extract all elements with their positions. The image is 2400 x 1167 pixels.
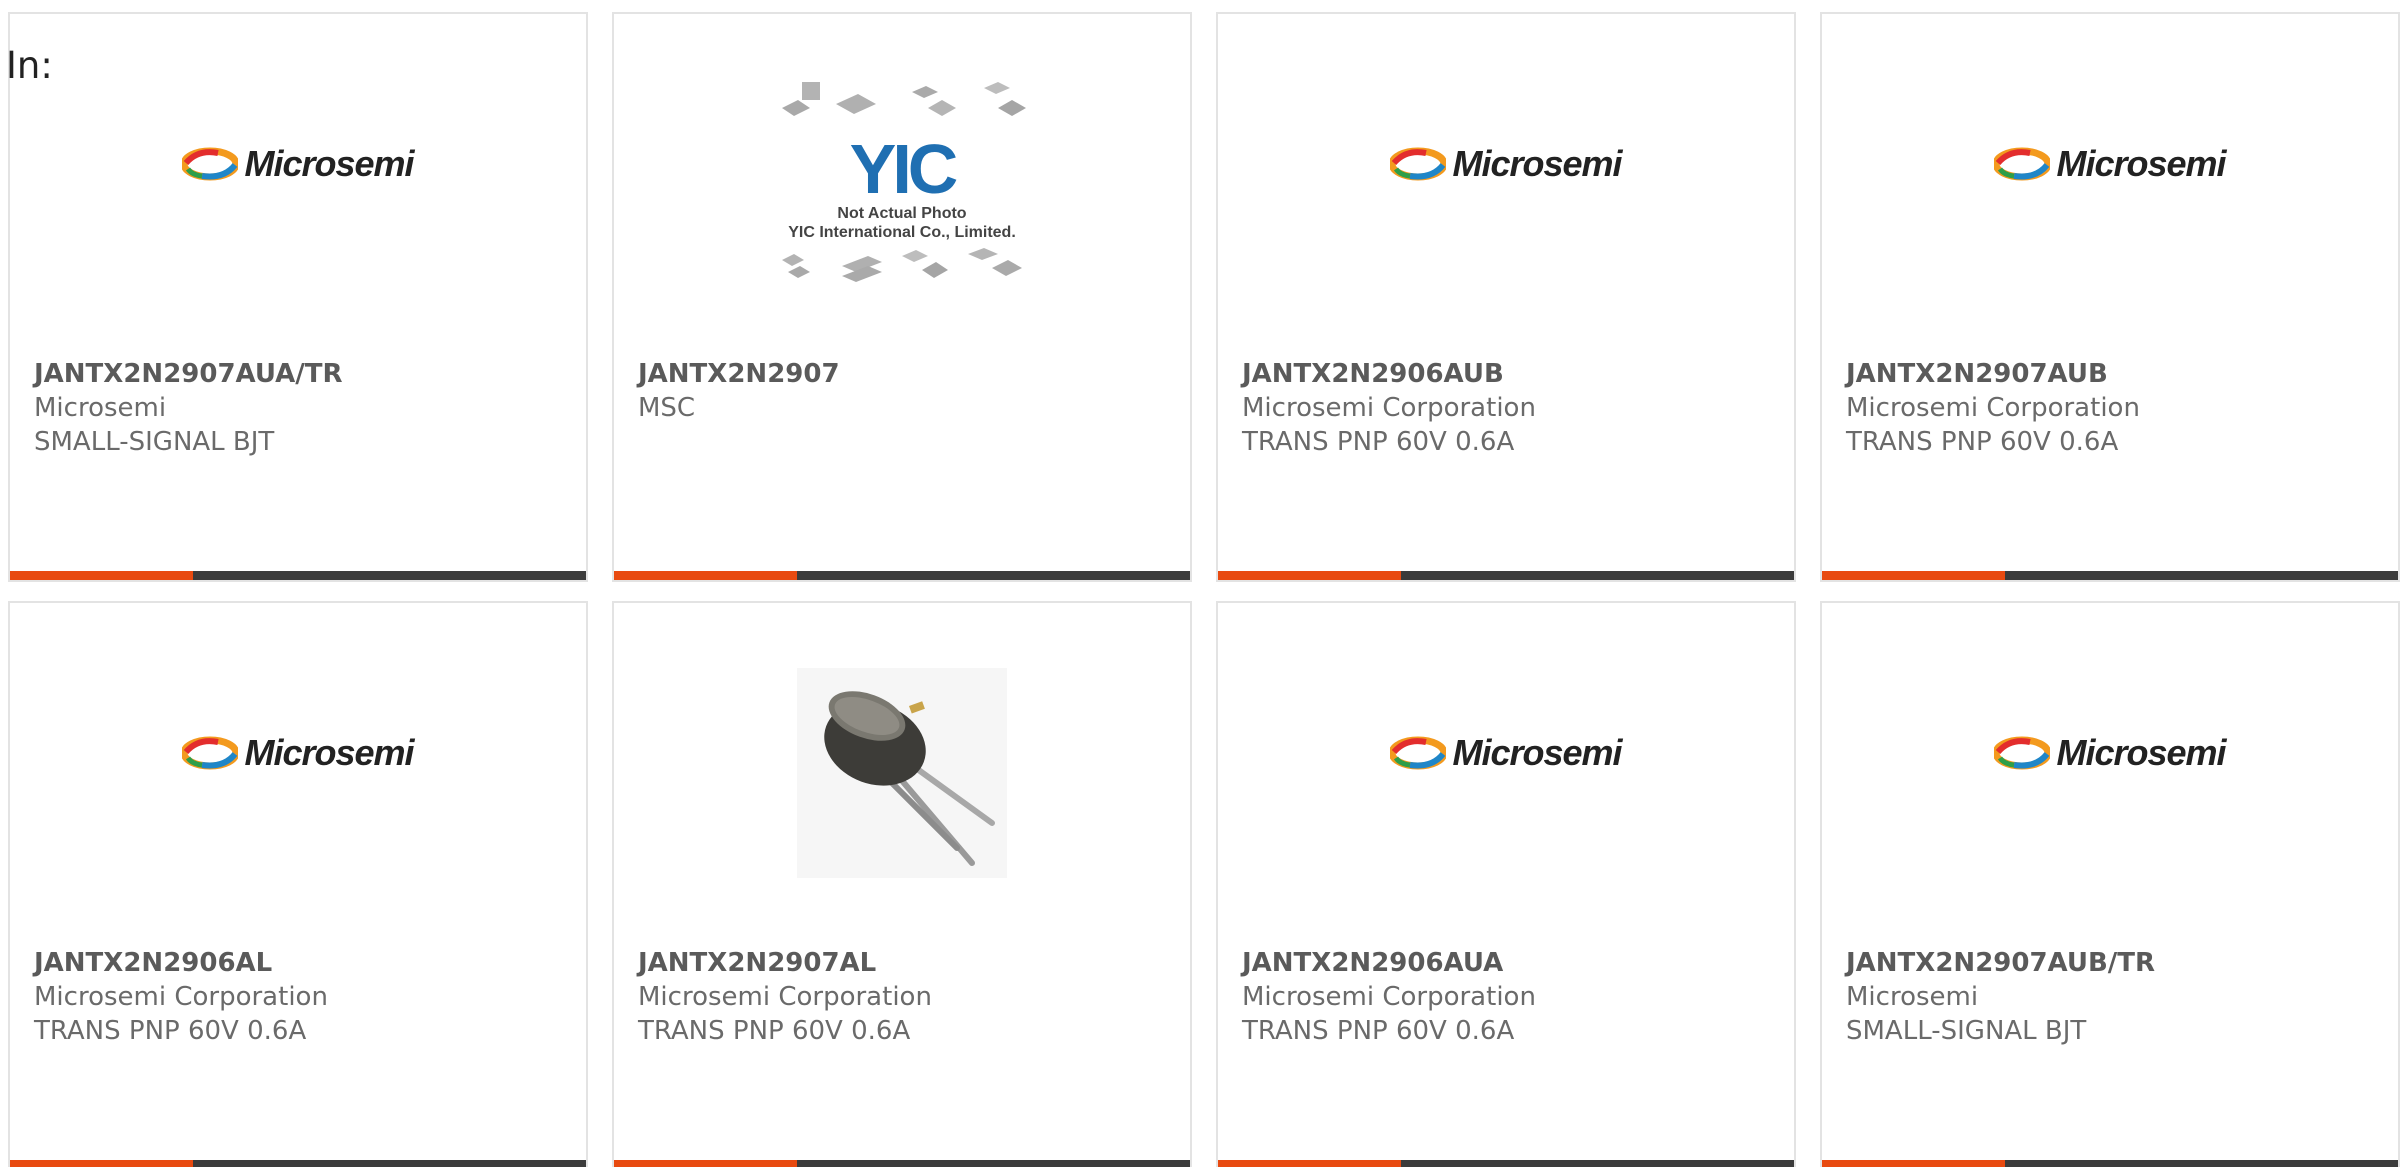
microsemi-logo-text: Microsemi (1452, 143, 1622, 184)
manufacturer-name: Microsemi Corporation (1846, 393, 2140, 423)
accent-bar-highlight (1218, 1160, 1401, 1167)
manufacturer-name: Microsemi (1846, 982, 1979, 1012)
yic-brand-mark: YIC (849, 130, 959, 208)
product-description: TRANS PNP 60V 0.6A (638, 1016, 911, 1046)
accent-bar-highlight (10, 571, 193, 580)
product-card[interactable]: Microsemi JANTX2N2907AUB Microsemi Corpo… (1820, 12, 2400, 582)
microsemi-logo: Microsemi (182, 732, 415, 774)
product-info: JANTX2N2907AUA/TR Microsemi SMALL-SIGNAL… (34, 357, 576, 459)
microsemi-logo: Microsemi (182, 143, 415, 185)
product-description: TRANS PNP 60V 0.6A (1846, 427, 2119, 457)
accent-bar-track (2005, 1160, 2398, 1167)
product-description: SMALL-SIGNAL BJT (1846, 1016, 2087, 1046)
product-grid-page: In: Microsemi JANTX2N2907AUA/TR Microsem… (0, 0, 2400, 1167)
not-actual-photo-placeholder: YIC Not Actual Photo YIC International C… (772, 78, 1032, 290)
product-card[interactable]: YIC Not Actual Photo YIC International C… (612, 12, 1192, 582)
microsemi-logo: Microsemi (1390, 732, 1623, 774)
card-accent-bar (614, 1160, 1190, 1167)
microsemi-swirl-icon (182, 147, 239, 181)
card-accent-bar (1822, 571, 2398, 580)
part-number-link[interactable]: JANTX2N2906AL (34, 946, 576, 980)
part-number-link[interactable]: JANTX2N2907AUB (1846, 357, 2388, 391)
microsemi-logo-text: Microsemi (2056, 143, 2226, 184)
manufacturer-name: Microsemi Corporation (638, 982, 932, 1012)
product-description: TRANS PNP 60V 0.6A (34, 1016, 307, 1046)
card-accent-bar (614, 571, 1190, 580)
part-number-link[interactable]: JANTX2N2907AL (638, 946, 1180, 980)
placeholder-company: YIC International Co., Limited. (788, 224, 1016, 241)
microsemi-logo-text: Microsemi (1452, 732, 1622, 773)
part-number-link[interactable]: JANTX2N2906AUB (1242, 357, 1784, 391)
microsemi-logo: Microsemi (1994, 732, 2227, 774)
accent-bar-highlight (614, 1160, 797, 1167)
microsemi-swirl-icon (182, 736, 239, 770)
product-image[interactable]: YIC Not Actual Photo YIC International C… (614, 14, 1190, 354)
microsemi-logo-text: Microsemi (2056, 732, 2226, 773)
manufacturer-name: Microsemi (34, 393, 167, 423)
accent-bar-highlight (1822, 571, 2005, 580)
card-accent-bar (10, 1160, 586, 1167)
microsemi-swirl-icon (1994, 736, 2051, 770)
card-accent-bar (1218, 571, 1794, 580)
product-card[interactable]: Microsemi JANTX2N2906AUA Microsemi Corpo… (1216, 601, 1796, 1167)
product-image[interactable]: Microsemi (1822, 603, 2398, 943)
placeholder-note: Not Actual Photo (837, 205, 967, 222)
manufacturer-name: Microsemi Corporation (1242, 982, 1536, 1012)
to18-transistor-photo (797, 668, 1007, 878)
manufacturer-name: Microsemi Corporation (34, 982, 328, 1012)
product-image[interactable]: Microsemi (10, 14, 586, 354)
accent-bar-highlight (10, 1160, 193, 1167)
part-number-link[interactable]: JANTX2N2906AUA (1242, 946, 1784, 980)
chip-packages-top-icon (782, 82, 1026, 116)
product-card[interactable]: Microsemi JANTX2N2906AUB Microsemi Corpo… (1216, 12, 1796, 582)
accent-bar-track (2005, 571, 2398, 580)
product-card[interactable]: Microsemi JANTX2N2907AUB/TR Microsemi SM… (1820, 601, 2400, 1167)
microsemi-logo: Microsemi (1994, 143, 2227, 185)
accent-bar-track (193, 571, 586, 580)
product-image[interactable]: Microsemi (10, 603, 586, 943)
accent-bar-highlight (1218, 571, 1401, 580)
product-info: JANTX2N2907AUB Microsemi Corporation TRA… (1846, 357, 2388, 459)
product-description: TRANS PNP 60V 0.6A (1242, 1016, 1515, 1046)
product-image[interactable]: Microsemi (1218, 603, 1794, 943)
microsemi-swirl-icon (1390, 736, 1447, 770)
accent-bar-track (797, 1160, 1190, 1167)
product-card[interactable]: Microsemi JANTX2N2907AUA/TR Microsemi SM… (8, 12, 588, 582)
card-accent-bar (10, 571, 586, 580)
filter-in-label: In: (6, 44, 53, 87)
part-number-link[interactable]: JANTX2N2907AUB/TR (1846, 946, 2388, 980)
accent-bar-highlight (614, 571, 797, 580)
part-number-link[interactable]: JANTX2N2907 (638, 357, 1180, 391)
accent-bar-track (193, 1160, 586, 1167)
product-image[interactable] (614, 603, 1190, 943)
card-accent-bar (1218, 1160, 1794, 1167)
accent-bar-track (1401, 571, 1794, 580)
accent-bar-highlight (1822, 1160, 2005, 1167)
microsemi-swirl-icon (1390, 147, 1447, 181)
product-info: JANTX2N2906AUA Microsemi Corporation TRA… (1242, 946, 1784, 1048)
product-info: JANTX2N2907 MSC (638, 357, 1180, 425)
product-image[interactable]: Microsemi (1218, 14, 1794, 354)
part-number-link[interactable]: JANTX2N2907AUA/TR (34, 357, 576, 391)
product-grid: Microsemi JANTX2N2907AUA/TR Microsemi SM… (0, 0, 2400, 1167)
product-card[interactable]: JANTX2N2907AL Microsemi Corporation TRAN… (612, 601, 1192, 1167)
manufacturer-name: Microsemi Corporation (1242, 393, 1536, 423)
product-info: JANTX2N2906AL Microsemi Corporation TRAN… (34, 946, 576, 1048)
product-description: TRANS PNP 60V 0.6A (1242, 427, 1515, 457)
microsemi-logo-text: Microsemi (244, 732, 414, 773)
product-image[interactable]: Microsemi (1822, 14, 2398, 354)
product-description: SMALL-SIGNAL BJT (34, 427, 275, 457)
manufacturer-name: MSC (638, 393, 696, 423)
accent-bar-track (797, 571, 1190, 580)
card-accent-bar (1822, 1160, 2398, 1167)
product-info: JANTX2N2907AUB/TR Microsemi SMALL-SIGNAL… (1846, 946, 2388, 1048)
microsemi-logo-text: Microsemi (244, 143, 414, 184)
microsemi-swirl-icon (1994, 147, 2051, 181)
microsemi-logo: Microsemi (1390, 143, 1623, 185)
product-card[interactable]: Microsemi JANTX2N2906AL Microsemi Corpor… (8, 601, 588, 1167)
product-info: JANTX2N2907AL Microsemi Corporation TRAN… (638, 946, 1180, 1048)
accent-bar-track (1401, 1160, 1794, 1167)
product-info: JANTX2N2906AUB Microsemi Corporation TRA… (1242, 357, 1784, 459)
chip-packages-bottom-icon (782, 248, 1022, 282)
